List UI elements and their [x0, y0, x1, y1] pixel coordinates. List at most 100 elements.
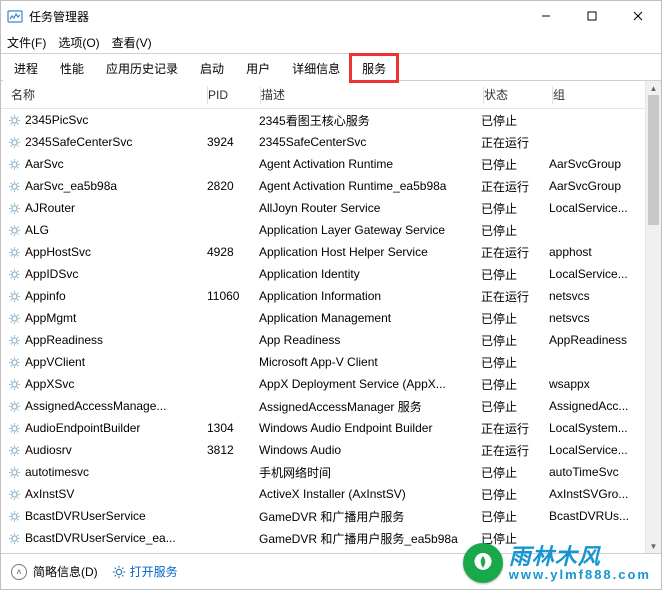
cell-status: 正在运行 [481, 244, 549, 261]
cell-group: BcastDVRUs... [549, 509, 657, 523]
cell-desc: AllJoyn Router Service [259, 201, 481, 215]
window-controls [523, 1, 661, 31]
table-row[interactable]: AarSvc_ea5b98a2820Agent Activation Runti… [1, 175, 661, 197]
watermark: 雨林木风 www.ylmf888.com [463, 543, 651, 583]
cell-name: AarSvc [25, 157, 207, 171]
open-services-link[interactable]: 打开服务 [112, 563, 178, 580]
service-icon [7, 531, 21, 545]
cell-group: LocalService... [549, 443, 657, 457]
header-name[interactable]: 名称 [7, 86, 207, 103]
table-row[interactable]: BcastDVRUserServiceGameDVR 和广播用户服务已停止Bca… [1, 505, 661, 527]
menu-file[interactable]: 文件(F) [7, 34, 46, 51]
open-services-label: 打开服务 [130, 563, 178, 580]
header-pid[interactable]: PID [208, 88, 260, 102]
cell-group: wsappx [549, 377, 657, 391]
cell-desc: Application Layer Gateway Service [259, 223, 481, 237]
table-row[interactable]: Appinfo11060Application Information正在运行n… [1, 285, 661, 307]
cell-group: LocalService... [549, 201, 657, 215]
cell-name: autotimesvc [25, 465, 207, 479]
scroll-up-icon[interactable]: ▲ [646, 81, 661, 95]
cell-status: 已停止 [481, 156, 549, 173]
cell-name: Audiosrv [25, 443, 207, 457]
maximize-button[interactable] [569, 1, 615, 31]
service-icon [7, 399, 21, 413]
table-row[interactable]: AppReadinessApp Readiness已停止AppReadiness [1, 329, 661, 351]
vertical-scrollbar[interactable]: ▲ ▼ [645, 81, 661, 553]
minimize-button[interactable] [523, 1, 569, 31]
cell-name: 2345SafeCenterSvc [25, 135, 207, 149]
service-icon [7, 245, 21, 259]
cell-desc: 2345看图王核心服务 [259, 112, 481, 129]
cell-group: AppReadiness [549, 333, 657, 347]
tab-进程[interactable]: 进程 [3, 55, 49, 81]
tab-启动[interactable]: 启动 [189, 55, 235, 81]
cell-name: AppHostSvc [25, 245, 207, 259]
service-icon [7, 465, 21, 479]
cell-group: netsvcs [549, 289, 657, 303]
cell-status: 已停止 [481, 112, 549, 129]
tab-用户[interactable]: 用户 [235, 55, 281, 81]
table-row[interactable]: Audiosrv3812Windows Audio正在运行LocalServic… [1, 439, 661, 461]
cell-name: Appinfo [25, 289, 207, 303]
service-icon [7, 509, 21, 523]
cell-status: 正在运行 [481, 178, 549, 195]
rows-container: 2345PicSvc2345看图王核心服务已停止2345SafeCenterSv… [1, 109, 661, 553]
tab-strip: 进程性能应用历史记录启动用户详细信息服务 [1, 53, 661, 81]
cell-desc: App Readiness [259, 333, 481, 347]
cell-pid: 4928 [207, 245, 259, 259]
table-row[interactable]: AppMgmtApplication Management已停止netsvcs [1, 307, 661, 329]
cell-desc: Windows Audio [259, 443, 481, 457]
tab-服务[interactable]: 服务 [351, 55, 397, 81]
tab-应用历史记录[interactable]: 应用历史记录 [95, 55, 189, 81]
title-bar: 任务管理器 [1, 1, 661, 31]
cell-status: 已停止 [481, 222, 549, 239]
cell-name: ALG [25, 223, 207, 237]
table-row[interactable]: AppHostSvc4928Application Host Helper Se… [1, 241, 661, 263]
table-row[interactable]: AarSvcAgent Activation Runtime已停止AarSvcG… [1, 153, 661, 175]
service-icon [7, 443, 21, 457]
table-row[interactable]: ALG Application Layer Gateway Service已停止 [1, 219, 661, 241]
table-row[interactable]: AppVClientMicrosoft App-V Client已停止 [1, 351, 661, 373]
cell-desc: 2345SafeCenterSvc [259, 135, 481, 149]
cell-name: AppVClient [25, 355, 207, 369]
cell-name: AppReadiness [25, 333, 207, 347]
column-headers: 名称 PID 描述 状态 组 [1, 81, 661, 109]
header-status[interactable]: 状态 [484, 86, 552, 103]
table-row[interactable]: 2345PicSvc2345看图王核心服务已停止 [1, 109, 661, 131]
table-row[interactable]: AppIDSvcApplication Identity已停止LocalServ… [1, 263, 661, 285]
table-row[interactable]: 2345SafeCenterSvc39242345SafeCenterSvc正在… [1, 131, 661, 153]
scroll-thumb[interactable] [648, 95, 659, 225]
tab-性能[interactable]: 性能 [49, 55, 95, 81]
service-icon [7, 201, 21, 215]
cell-group: apphost [549, 245, 657, 259]
menu-view[interactable]: 查看(V) [112, 34, 152, 51]
cell-name: AJRouter [25, 201, 207, 215]
table-row[interactable]: AppXSvcAppX Deployment Service (AppX...已… [1, 373, 661, 395]
tab-详细信息[interactable]: 详细信息 [281, 55, 351, 81]
header-desc[interactable]: 描述 [261, 86, 483, 103]
cell-pid: 3812 [207, 443, 259, 457]
service-icon [7, 289, 21, 303]
cell-desc: 手机网络时间 [259, 464, 481, 481]
menu-options[interactable]: 选项(O) [58, 34, 99, 51]
service-icon [7, 223, 21, 237]
table-row[interactable]: AudioEndpointBuilder1304Windows Audio En… [1, 417, 661, 439]
cell-status: 正在运行 [481, 288, 549, 305]
service-icon [7, 311, 21, 325]
header-group[interactable]: 组 [553, 86, 657, 103]
task-manager-window: 任务管理器 文件(F) 选项(O) 查看(V) 进程性能应用历史记录启动用户详细… [0, 0, 662, 590]
table-row[interactable]: autotimesvc手机网络时间已停止autoTimeSvc [1, 461, 661, 483]
fewer-details-toggle[interactable]: ˄ 简略信息(D) [11, 563, 98, 580]
table-row[interactable]: AJRouterAllJoyn Router Service已停止LocalSe… [1, 197, 661, 219]
cell-name: AppXSvc [25, 377, 207, 391]
table-row[interactable]: AssignedAccessManage...AssignedAccessMan… [1, 395, 661, 417]
watermark-text: 雨林木风 www.ylmf888.com [509, 545, 651, 582]
cell-status: 已停止 [481, 508, 549, 525]
table-row[interactable]: AxInstSVActiveX Installer (AxInstSV)已停止A… [1, 483, 661, 505]
cell-status: 已停止 [481, 464, 549, 481]
close-button[interactable] [615, 1, 661, 31]
cell-group: AssignedAcc... [549, 399, 657, 413]
service-icon [7, 267, 21, 281]
cell-name: BcastDVRUserService_ea... [25, 531, 207, 545]
cell-desc: Application Information [259, 289, 481, 303]
